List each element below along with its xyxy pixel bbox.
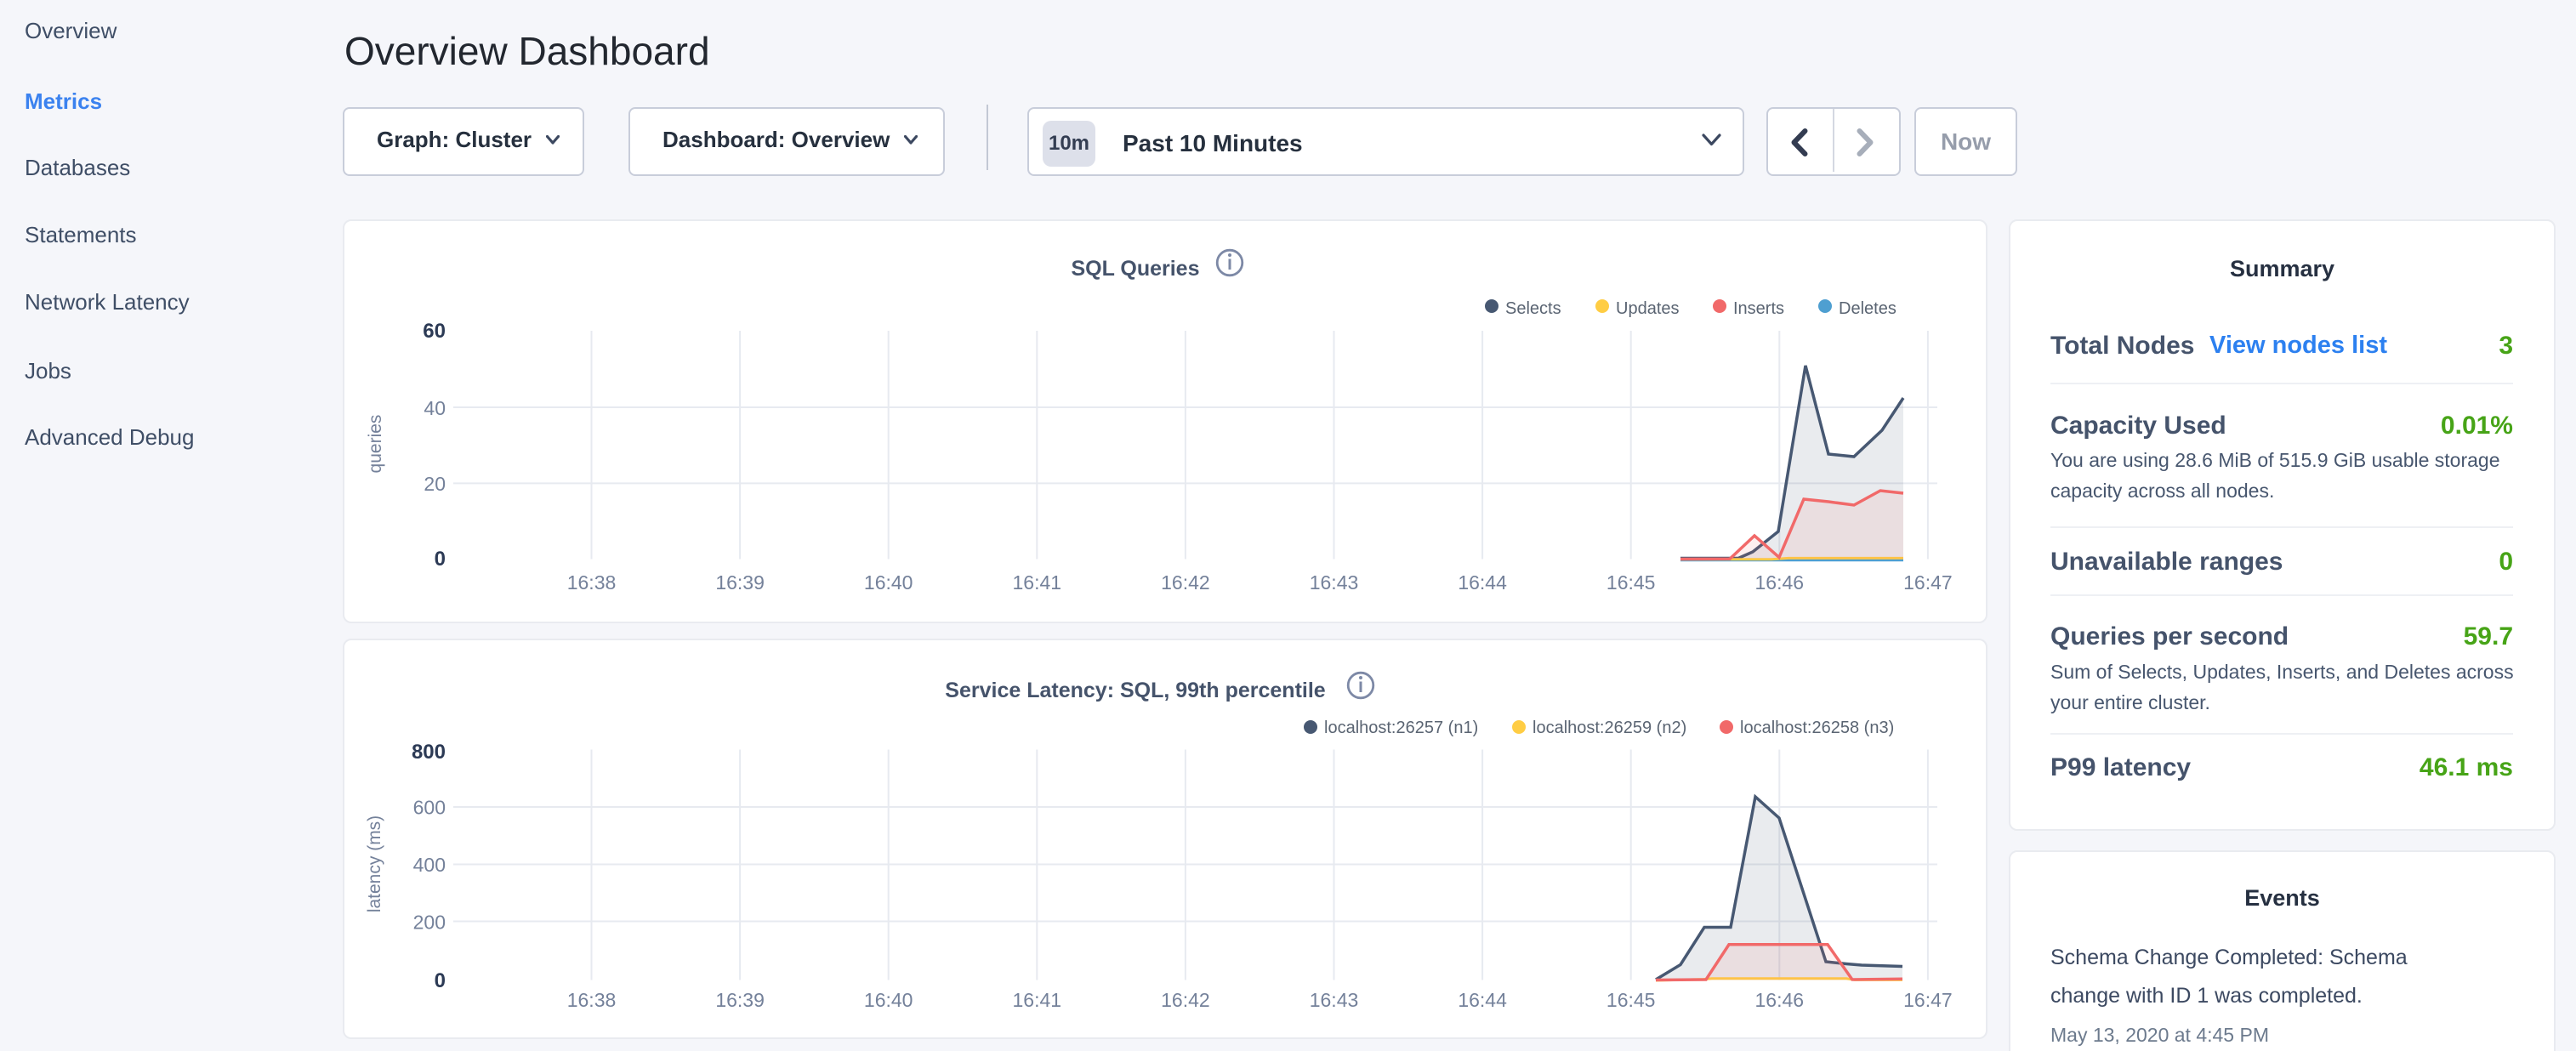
svg-text:600: 600 — [413, 797, 446, 819]
svg-text:localhost:26258 (n3): localhost:26258 (n3) — [1740, 719, 1894, 737]
svg-text:16:46: 16:46 — [1755, 989, 1805, 1011]
svg-text:Selects: Selects — [1505, 299, 1561, 318]
svg-text:16:41: 16:41 — [1013, 571, 1062, 594]
svg-text:Updates: Updates — [1616, 299, 1680, 318]
svg-text:60: 60 — [423, 320, 446, 343]
svg-text:16:47: 16:47 — [1903, 989, 1953, 1011]
svg-text:Deletes: Deletes — [1839, 299, 1896, 318]
svg-text:800: 800 — [412, 741, 446, 764]
svg-text:200: 200 — [413, 912, 446, 934]
svg-text:16:45: 16:45 — [1606, 989, 1656, 1011]
svg-text:SQL Queries: SQL Queries — [1072, 257, 1200, 281]
svg-text:16:44: 16:44 — [1458, 989, 1507, 1011]
svg-text:16:40: 16:40 — [864, 571, 913, 594]
svg-text:16:42: 16:42 — [1161, 571, 1210, 594]
svg-text:400: 400 — [413, 854, 446, 876]
svg-text:queries: queries — [366, 415, 385, 474]
svg-text:16:43: 16:43 — [1310, 989, 1359, 1011]
svg-text:16:38: 16:38 — [567, 989, 617, 1011]
svg-text:Service Latency: SQL, 99th per: Service Latency: SQL, 99th percentile — [945, 679, 1325, 702]
svg-text:0: 0 — [435, 969, 446, 992]
svg-text:0: 0 — [435, 548, 446, 571]
svg-text:16:41: 16:41 — [1013, 989, 1062, 1011]
svg-text:16:44: 16:44 — [1458, 571, 1507, 594]
svg-text:localhost:26257 (n1): localhost:26257 (n1) — [1324, 719, 1478, 737]
svg-text:16:38: 16:38 — [567, 571, 617, 594]
svg-text:localhost:26259 (n2): localhost:26259 (n2) — [1533, 719, 1686, 737]
svg-text:16:39: 16:39 — [715, 989, 765, 1011]
svg-text:16:47: 16:47 — [1903, 571, 1953, 594]
svg-text:16:39: 16:39 — [715, 571, 765, 594]
svg-text:20: 20 — [424, 473, 446, 495]
svg-text:40: 40 — [424, 397, 446, 419]
svg-text:16:45: 16:45 — [1606, 571, 1656, 594]
svg-text:latency (ms): latency (ms) — [365, 815, 384, 912]
svg-text:Inserts: Inserts — [1733, 299, 1784, 318]
svg-text:16:40: 16:40 — [864, 989, 913, 1011]
svg-text:16:43: 16:43 — [1310, 571, 1359, 594]
svg-text:16:46: 16:46 — [1755, 571, 1805, 594]
svg-text:16:42: 16:42 — [1161, 989, 1210, 1011]
